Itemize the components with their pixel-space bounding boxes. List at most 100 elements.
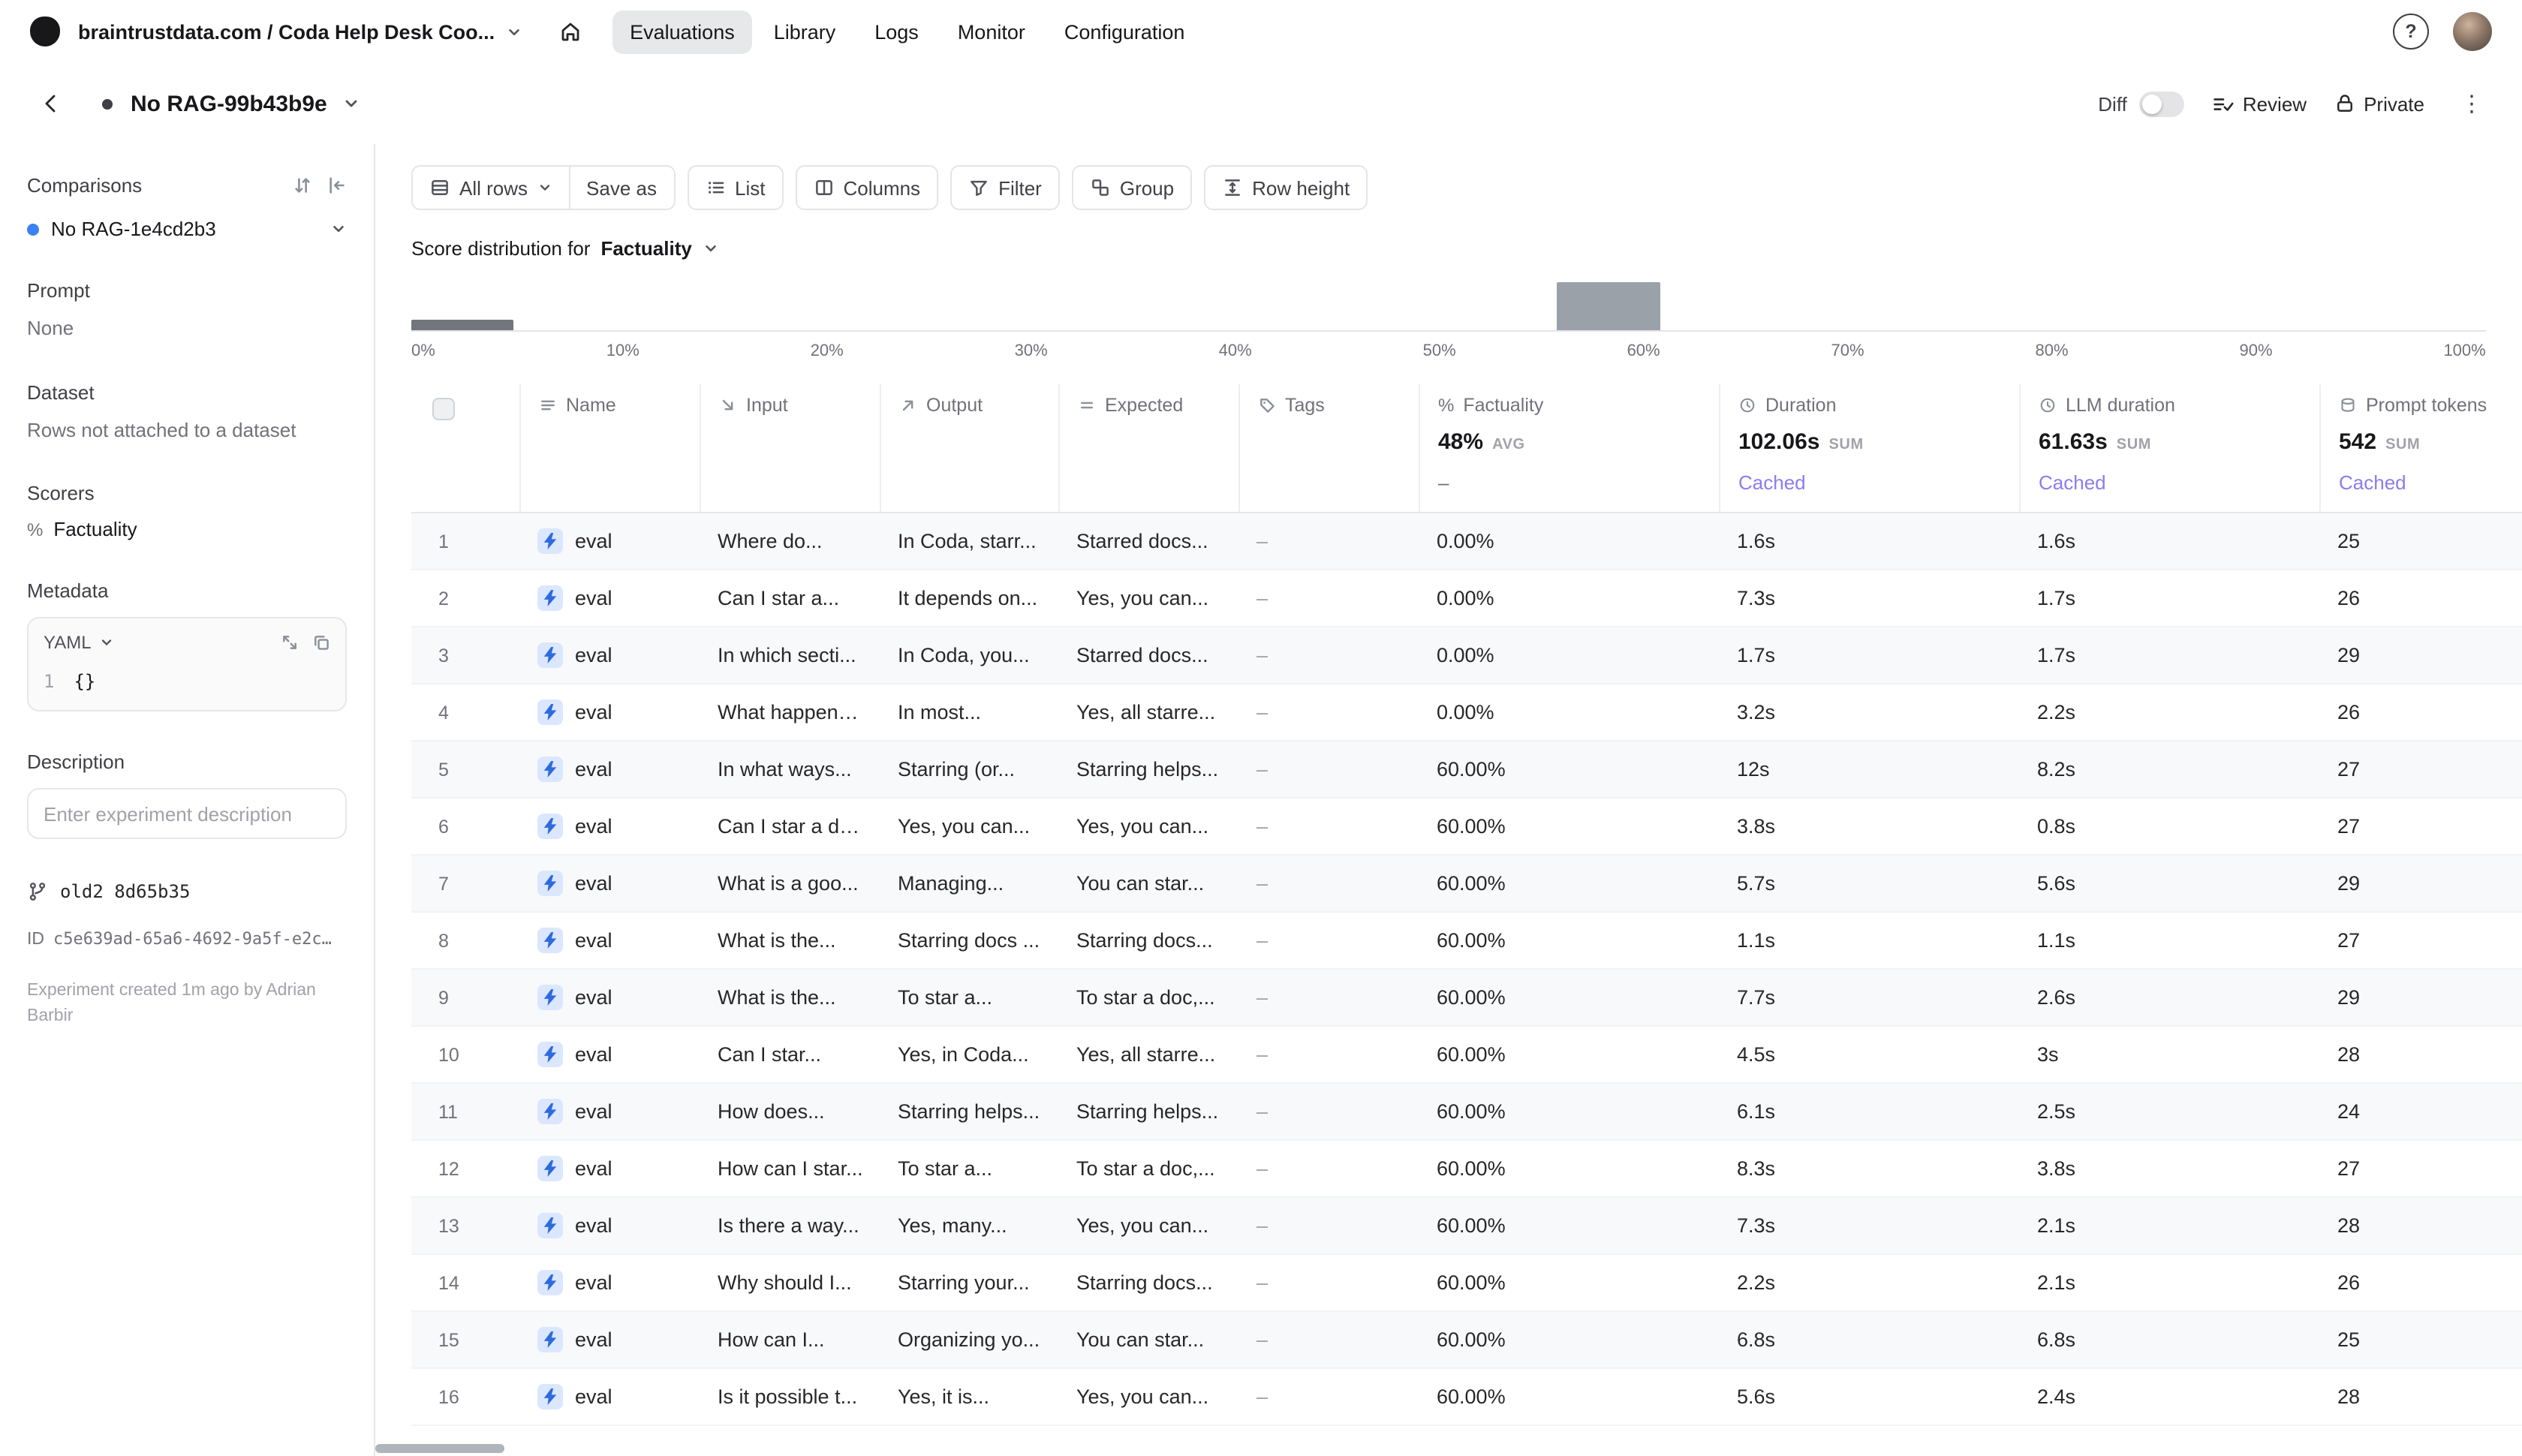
chevron-down-icon [703, 240, 719, 257]
llm-duration-cell: 6.8s [2019, 1328, 2319, 1351]
description-input[interactable] [27, 788, 347, 839]
columns-button[interactable]: Columns [795, 165, 938, 210]
select-all-checkbox[interactable] [432, 398, 455, 420]
input-cell: Can I star... [700, 1043, 880, 1066]
tab-monitor[interactable]: Monitor [940, 10, 1043, 53]
horizontal-scrollbar-thumb[interactable] [375, 1444, 504, 1453]
chevron-down-icon [330, 221, 347, 237]
factuality-sub: – [1438, 471, 1701, 494]
tokens-icon [2339, 396, 2357, 414]
list-button[interactable]: List [687, 165, 783, 210]
comparison-experiment[interactable]: No RAG-1e4cd2b3 [27, 218, 347, 240]
llm-duration-cell: 1.6s [2019, 530, 2319, 552]
line-number: 1 [44, 671, 54, 692]
column-header-name[interactable]: Name [519, 384, 700, 512]
expected-cell: To star a doc,... [1058, 1157, 1238, 1180]
expand-icon[interactable] [281, 633, 299, 651]
output-cell: Yes, it is... [880, 1385, 1058, 1408]
table-row[interactable]: 3 eval In which secti... In Coda, you...… [411, 627, 2522, 684]
column-header-factuality[interactable]: %Factuality 48%AVG – [1419, 384, 1719, 512]
axis-tick-label: 20% [811, 342, 844, 360]
column-header-llm-duration[interactable]: LLM duration 61.63sSUM Cached [2019, 384, 2319, 512]
table-row[interactable]: 5 eval In what ways... Starring (or... S… [411, 742, 2522, 799]
llm-duration-cell: 1.7s [2019, 644, 2319, 666]
column-header-tags[interactable]: Tags [1238, 384, 1419, 512]
filter-icon [968, 177, 989, 198]
tab-evaluations[interactable]: Evaluations [612, 10, 753, 53]
scorer-item[interactable]: % Factuality [27, 518, 347, 540]
input-cell: How does... [700, 1100, 880, 1123]
table-row[interactable]: 1 eval Where do... In Coda, starr... Sta… [411, 513, 2522, 570]
table-row[interactable]: 12 eval How can I star... To star a... T… [411, 1141, 2522, 1198]
diff-toggle[interactable] [2139, 91, 2184, 116]
lightning-icon [537, 1099, 563, 1124]
experiment-id[interactable]: ID c5e639ad-65a6-4692-9a5f-e2c… [27, 929, 347, 949]
table-row[interactable]: 10 eval Can I star... Yes, in Coda... Ye… [411, 1027, 2522, 1084]
table-row[interactable]: 4 eval What happens... In most... Yes, a… [411, 684, 2522, 742]
column-header-expected[interactable]: Expected [1058, 384, 1238, 512]
avatar[interactable] [2453, 12, 2492, 51]
tab-logs[interactable]: Logs [856, 10, 937, 53]
metadata-language-select[interactable]: YAML [44, 632, 92, 653]
factuality-cell: 60.00% [1419, 1214, 1719, 1237]
column-header-prompt-tokens[interactable]: Prompt tokens 542SUM Cached [2319, 384, 2522, 512]
table-row[interactable]: 11 eval How does... Starring helps... St… [411, 1084, 2522, 1141]
tags-cell: – [1238, 1157, 1419, 1180]
table-row[interactable]: 15 eval How can I... Organizing yo... Yo… [411, 1312, 2522, 1369]
expected-cell: You can star... [1058, 872, 1238, 895]
score-distribution-header[interactable]: Score distribution for Factuality [411, 237, 2486, 260]
table-row[interactable]: 13 eval Is there a way... Yes, many... Y… [411, 1198, 2522, 1255]
group-button[interactable]: Group [1072, 165, 1192, 210]
all-rows-button[interactable]: All rows [413, 167, 568, 209]
git-ref[interactable]: old2 8d65b35 [27, 881, 347, 902]
experiment-dot [102, 98, 113, 109]
column-header-input[interactable]: Input [700, 384, 880, 512]
tab-configuration[interactable]: Configuration [1046, 10, 1203, 53]
input-cell: Why should I... [700, 1271, 880, 1294]
created-note: Experiment created 1m ago by Adrian Barb… [27, 979, 347, 1029]
braintrust-logo [30, 17, 60, 47]
lock-icon [2334, 93, 2355, 114]
table-row[interactable]: 2 eval Can I star a... It depends on... … [411, 570, 2522, 627]
table-row[interactable]: 9 eval What is the... To star a... To st… [411, 970, 2522, 1027]
tags-cell: – [1238, 986, 1419, 1009]
filter-button[interactable]: Filter [950, 165, 1060, 210]
back-button[interactable] [30, 83, 72, 125]
row-height-button[interactable]: Row height [1204, 165, 1368, 210]
table-toolbar: All rows Save as List Columns Filter Gro… [411, 165, 2492, 210]
tags-cell: – [1238, 587, 1419, 609]
llm-duration-cell: 8.2s [2019, 758, 2319, 781]
table-row[interactable]: 14 eval Why should I... Starring your...… [411, 1255, 2522, 1312]
table-row[interactable]: 16 eval Is it possible t... Yes, it is..… [411, 1369, 2522, 1426]
table-row[interactable]: 6 eval Can I star a do... Yes, you can..… [411, 799, 2522, 856]
save-as-button[interactable]: Save as [568, 167, 673, 209]
name-cell: eval [519, 585, 700, 611]
row-number: 6 [411, 816, 519, 837]
expected-cell: To star a doc,... [1058, 986, 1238, 1009]
expected-cell: Starring helps... [1058, 758, 1238, 781]
header-actions: Diff Review Private ⋮ [2098, 87, 2492, 120]
tags-cell: – [1238, 1100, 1419, 1123]
column-header-duration[interactable]: Duration 102.06sSUM Cached [1719, 384, 2019, 512]
kebab-menu-icon[interactable]: ⋮ [2451, 87, 2492, 120]
column-header-output[interactable]: Output [880, 384, 1058, 512]
breadcrumb[interactable]: braintrustdata.com / Coda Help Desk Coo.… [78, 20, 522, 43]
help-icon[interactable]: ? [2393, 14, 2429, 50]
table-row[interactable]: 7 eval What is a goo... Managing... You … [411, 856, 2522, 913]
review-button[interactable]: Review [2211, 92, 2307, 115]
private-button[interactable]: Private [2334, 92, 2424, 115]
page-title: No RAG-99b43b9e [131, 91, 327, 116]
output-cell: Managing... [880, 872, 1058, 895]
lightning-icon [537, 1042, 563, 1067]
chevron-down-icon[interactable] [342, 95, 360, 113]
collapse-icon[interactable] [327, 176, 347, 195]
tab-library[interactable]: Library [756, 10, 854, 53]
copy-icon[interactable] [312, 633, 330, 651]
home-button[interactable] [549, 11, 591, 53]
sort-icon[interactable] [293, 176, 312, 195]
llm-duration-cell: 2.2s [2019, 701, 2319, 723]
table-row[interactable]: 8 eval What is the... Starring docs ... … [411, 913, 2522, 970]
distribution-title: Score distribution for [411, 237, 590, 260]
name-cell: eval [519, 1213, 700, 1238]
metadata-code-line[interactable]: 1 {} [44, 671, 330, 692]
